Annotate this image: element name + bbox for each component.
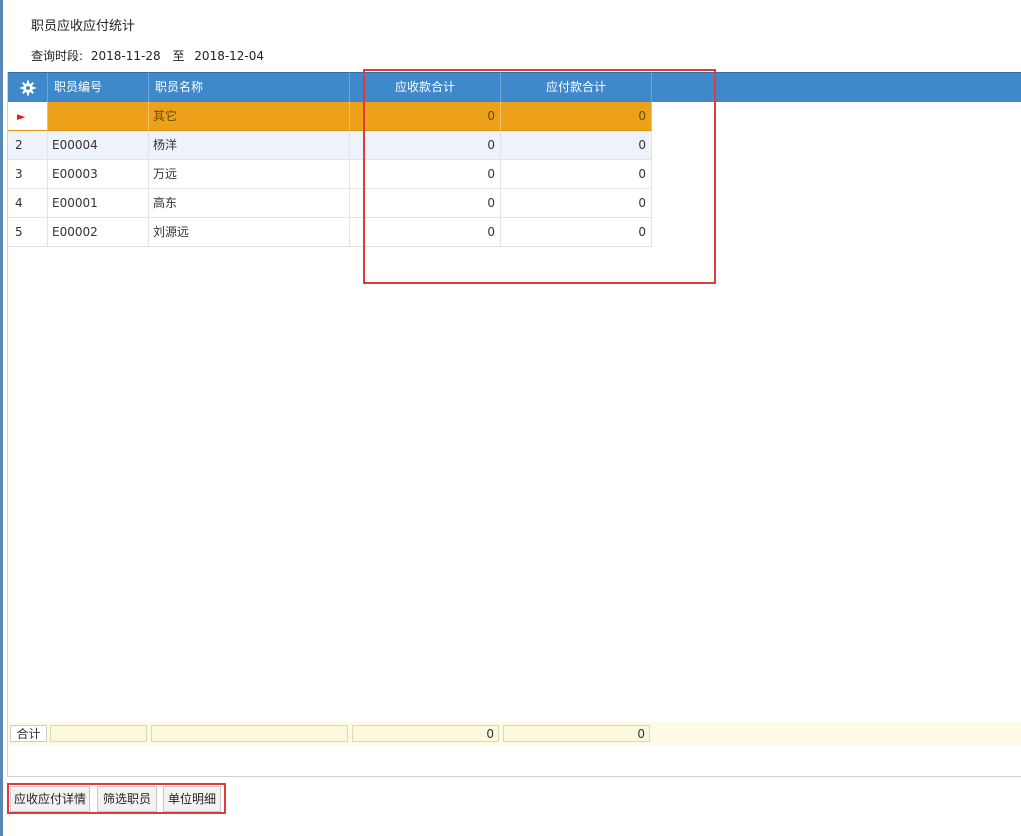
cell-receivable[interactable]: 0 [350,160,501,189]
receivable-payable-detail-button[interactable]: 应收应付详情 [10,786,90,812]
row-number: 5 [8,218,48,247]
grid-header: 职员编号 职员名称 应收款合计 应付款合计 [8,72,1021,102]
footer-cell-staff-code [50,725,147,742]
cell-staff-code[interactable] [48,102,149,131]
date-to: 2018-12-04 [194,49,265,63]
cell-payable[interactable]: 0 [501,131,652,160]
cell-payable[interactable]: 0 [501,102,652,131]
unit-detail-button[interactable]: 单位明细 [163,786,221,812]
cell-staff-name[interactable]: 其它 [149,102,350,131]
cell-staff-name[interactable]: 杨洋 [149,131,350,160]
window-left-edge [0,0,3,836]
column-header-receivable-total[interactable]: 应收款合计 [350,73,501,102]
cell-staff-name[interactable]: 高东 [149,189,350,218]
cell-staff-code[interactable]: E00001 [48,189,149,218]
row-indicator-icon: ► [8,102,48,131]
cell-receivable[interactable]: 0 [350,189,501,218]
cell-staff-code[interactable]: E00004 [48,131,149,160]
cell-staff-code[interactable]: E00002 [48,218,149,247]
table-row[interactable]: 3 E00003 万远 0 0 [8,160,652,189]
date-separator: 至 [172,49,185,63]
table-row[interactable]: 5 E00002 刘源远 0 0 [8,218,652,247]
row-number: 4 [8,189,48,218]
cell-receivable[interactable]: 0 [350,131,501,160]
footer-payable-total: 0 [503,725,650,742]
page-title: 职员应收应付统计 [31,19,136,34]
query-period: 查询时段: 2018-11-28 至 2018-12-04 [31,47,268,64]
table-row[interactable]: 4 E00001 高东 0 0 [8,189,652,218]
column-header-staff-name[interactable]: 职员名称 [149,73,350,102]
row-number: 2 [8,131,48,160]
row-number: 3 [8,160,48,189]
date-from: 2018-11-28 [90,49,161,63]
cell-payable[interactable]: 0 [501,218,652,247]
cell-staff-name[interactable]: 万远 [149,160,350,189]
table-row[interactable]: ► 其它 0 0 [8,102,652,131]
cell-staff-code[interactable]: E00003 [48,160,149,189]
gear-icon[interactable] [8,73,48,102]
column-header-payable-total[interactable]: 应付款合计 [501,73,652,102]
grid-footer-totals: 合计 0 0 [8,722,1021,746]
footer-cell-staff-name [151,725,348,742]
cell-staff-name[interactable]: 刘源远 [149,218,350,247]
cell-payable[interactable]: 0 [501,189,652,218]
table-row[interactable]: 2 E00004 杨洋 0 0 [8,131,652,160]
filter-staff-button[interactable]: 筛选职员 [97,786,157,812]
footer-total-label: 合计 [10,725,47,742]
cell-payable[interactable]: 0 [501,160,652,189]
footer-receivable-total: 0 [352,725,499,742]
staff-grid: 职员编号 职员名称 应收款合计 应付款合计 ► 其它 0 0 2 E00004 … [7,72,1021,777]
cell-receivable[interactable]: 0 [350,218,501,247]
query-label: 查询时段: [31,49,84,63]
cell-receivable[interactable]: 0 [350,102,501,131]
column-header-staff-code[interactable]: 职员编号 [48,73,149,102]
